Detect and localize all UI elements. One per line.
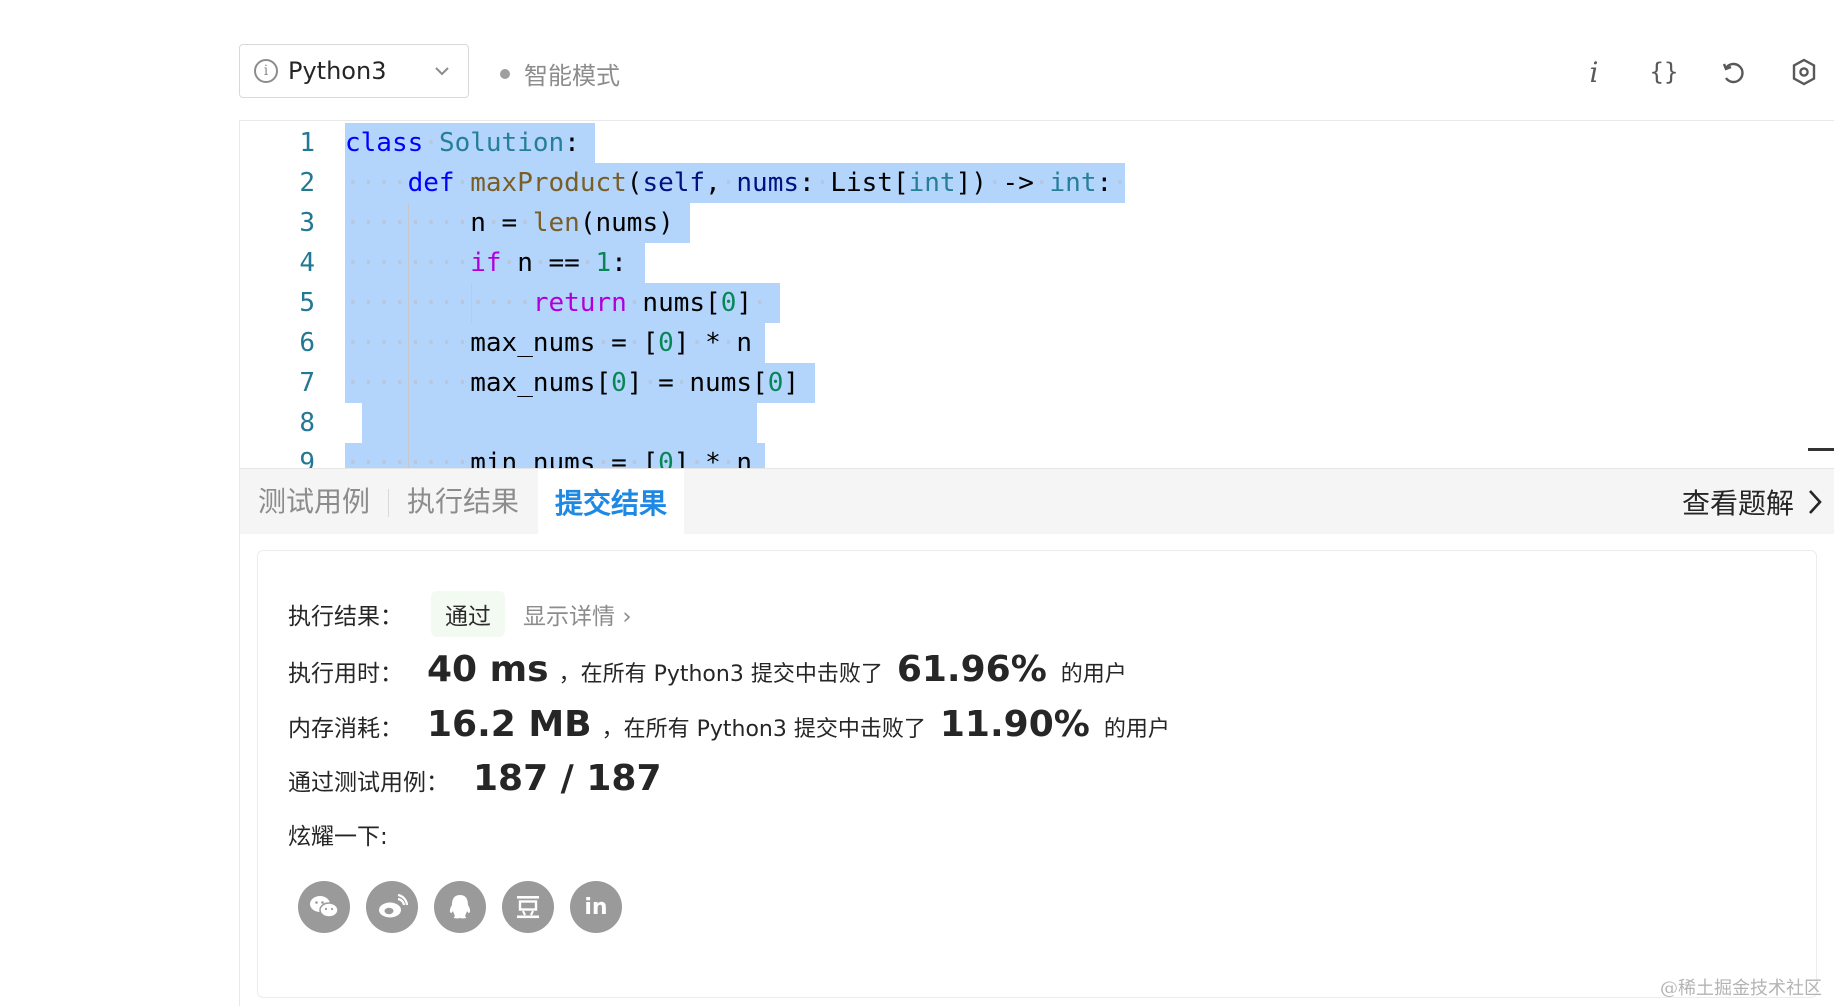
indent-guide xyxy=(408,403,409,443)
tab-run-result[interactable]: 执行结果 xyxy=(389,469,537,535)
line-number: 9 xyxy=(299,448,315,468)
code-line: 9 ········min_nums·=·[0]·*·n xyxy=(240,443,1834,468)
info-italic-icon[interactable]: i xyxy=(1574,52,1614,92)
view-solution-button[interactable]: 查看题解 xyxy=(1682,469,1824,535)
show-details-link[interactable]: 显示详情 › xyxy=(523,597,632,631)
douban-icon[interactable] xyxy=(502,881,554,933)
line-number: 3 xyxy=(299,208,315,238)
line-number: 1 xyxy=(299,128,315,158)
line-number: 7 xyxy=(299,368,315,398)
line-number: 6 xyxy=(299,328,315,358)
runtime-users-text: 的用户 xyxy=(1060,662,1127,687)
memory-users-text: 的用户 xyxy=(1103,717,1170,742)
code-text: ········if·n·==·1: xyxy=(345,248,627,278)
submit-result-panel: 执行结果： 通过 显示详情 › 执行用时： 40 ms ，在所有 Python3… xyxy=(239,534,1834,1006)
status-badge: 通过 xyxy=(431,591,505,637)
code-text: ····def·maxProduct(self,·nums:·List[int]… xyxy=(345,168,1128,198)
share-buttons: in xyxy=(298,881,622,933)
line-number: 4 xyxy=(299,248,315,278)
line-number: 5 xyxy=(299,288,315,318)
language-label: Python3 xyxy=(288,57,387,85)
smart-mode-toggle[interactable]: 智能模式 xyxy=(500,56,620,91)
runtime-value: 40 ms xyxy=(427,649,549,690)
line-number: 2 xyxy=(299,168,315,198)
testcases-value: 187 / 187 xyxy=(473,758,662,799)
qq-icon[interactable] xyxy=(434,881,486,933)
memory-percent: 11.90% xyxy=(939,704,1090,745)
chevron-right-small-icon: › xyxy=(622,604,632,630)
result-card: 执行结果： 通过 显示详情 › 执行用时： 40 ms ，在所有 Python3… xyxy=(257,550,1817,998)
weibo-icon[interactable] xyxy=(366,881,418,933)
info-circle-icon: i xyxy=(254,59,278,83)
code-line: 1 class·Solution: xyxy=(240,123,1834,163)
code-text: ········min_nums·=·[0]·*·n xyxy=(345,448,753,468)
smart-mode-label: 智能模式 xyxy=(524,62,620,90)
smart-mode-dot-icon xyxy=(500,68,510,79)
wechat-icon[interactable] xyxy=(298,881,350,933)
share-label: 炫耀一下: xyxy=(288,824,388,850)
memory-value: 16.2 MB xyxy=(427,704,592,745)
memory-label: 内存消耗： xyxy=(288,716,403,742)
reset-icon[interactable] xyxy=(1714,52,1754,92)
code-line: 6 ········max_nums·=·[0]·*·n xyxy=(240,323,1834,363)
runtime-label: 执行用时： xyxy=(288,661,403,687)
code-text: ········max_nums·=·[0]·*·n xyxy=(345,328,753,358)
selection-highlight xyxy=(362,403,757,443)
linkedin-icon[interactable]: in xyxy=(570,881,622,933)
code-text: ············return·nums[0]· xyxy=(345,288,768,318)
editor-scrollbar[interactable] xyxy=(1808,448,1834,451)
runtime-row: 执行用时： 40 ms ，在所有 Python3 提交中击败了 61.96% 的… xyxy=(288,649,1127,690)
code-line: 5 ············return·nums[0]· xyxy=(240,283,1834,323)
line-number: 8 xyxy=(299,408,315,438)
watermark-text: @稀土掘金技术社区 xyxy=(1660,978,1822,999)
code-text: class·Solution: xyxy=(345,128,580,158)
chevron-down-icon xyxy=(435,67,449,76)
code-line: 8 xyxy=(240,403,1834,443)
status-label: 执行结果： xyxy=(288,604,403,630)
memory-row: 内存消耗： 16.2 MB ，在所有 Python3 提交中击败了 11.90%… xyxy=(288,704,1170,745)
braces-icon[interactable]: {} xyxy=(1644,52,1684,92)
code-editor[interactable]: 1 class·Solution: 2 ····def·maxProduct(s… xyxy=(239,120,1834,468)
code-line: 2 ····def·maxProduct(self,·nums:·List[in… xyxy=(240,163,1834,203)
share-row-label: 炫耀一下: xyxy=(288,817,388,851)
memory-text: ，在所有 Python3 提交中击败了 xyxy=(601,717,926,742)
view-solution-label: 查看题解 xyxy=(1681,487,1794,520)
testcases-label: 通过测试用例： xyxy=(288,770,449,796)
console-tabbar: 测试用例 执行结果 提交结果 查看题解 xyxy=(239,468,1834,537)
runtime-text: ，在所有 Python3 提交中击败了 xyxy=(558,662,883,687)
settings-icon[interactable] xyxy=(1784,52,1824,92)
code-text: ········n·=·len(nums) xyxy=(345,208,674,238)
tab-submit-result[interactable]: 提交结果 xyxy=(538,469,684,537)
runtime-percent: 61.96% xyxy=(896,649,1047,690)
tab-test-case[interactable]: 测试用例 xyxy=(240,469,388,535)
code-line: 3 ········n·=·len(nums) xyxy=(240,203,1834,243)
chevron-right-icon xyxy=(1809,490,1822,514)
testcases-row: 通过测试用例： 187 / 187 xyxy=(288,758,662,799)
status-row: 执行结果： 通过 显示详情 › xyxy=(288,591,632,637)
language-select[interactable]: i Python3 xyxy=(239,44,469,98)
code-text: ········max_nums[0]·=·nums[0] xyxy=(345,368,799,398)
code-line: 4 ········if·n·==·1: xyxy=(240,243,1834,283)
code-line: 7 ········max_nums[0]·=·nums[0] xyxy=(240,363,1834,403)
